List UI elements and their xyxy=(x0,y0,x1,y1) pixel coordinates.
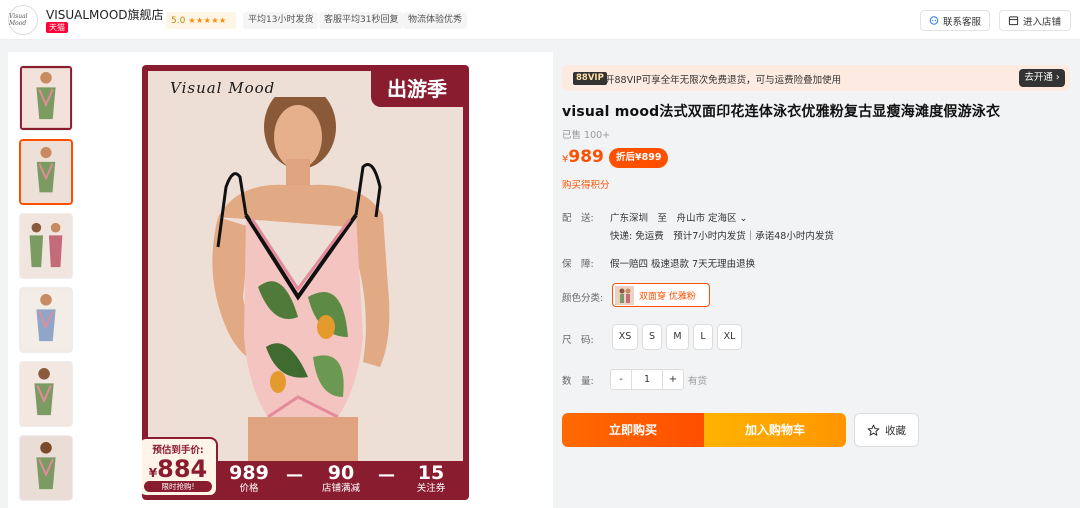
calc-coupon: 15 关注券 xyxy=(402,463,460,495)
color-label: 颜色分类: xyxy=(562,293,604,304)
favorite-label: 收藏 xyxy=(885,424,906,437)
product-photo: Visual Mood 出游季 xyxy=(148,71,463,461)
calc-label: 关注券 xyxy=(416,483,446,494)
shop-tag-logistics: 物流体验优秀 xyxy=(403,12,468,29)
star-outline-icon xyxy=(867,424,880,436)
size-label: 尺 码: xyxy=(562,335,594,346)
minus-sign: — xyxy=(286,465,303,485)
price-calculation-bar: 989 价格 — 90 店铺满减 — 15 关注券 xyxy=(220,463,465,497)
gallery-thumbnail[interactable] xyxy=(19,361,73,427)
shop-logo-text: Visual Mood xyxy=(9,13,28,27)
badge-currency: ¥ xyxy=(148,466,158,480)
size-option-m[interactable]: M xyxy=(666,324,689,350)
enter-shop-label: 进入店铺 xyxy=(1023,16,1062,28)
size-option-l[interactable]: L xyxy=(693,324,713,350)
badge-price: 884 xyxy=(157,455,208,483)
shop-rating: 5.0 ★★★★★ xyxy=(166,12,236,29)
flash-sale-label: 限时抢购! xyxy=(144,481,212,492)
main-product-image[interactable]: Visual Mood 出游季 989 价格 — 90 店铺满减 — 15 关注… xyxy=(142,65,469,500)
shop-tag-service: 客服平均31秒回复 xyxy=(319,12,404,29)
vip-badge: 88VIP xyxy=(573,72,607,85)
contact-service-button[interactable]: 联系客服 xyxy=(920,10,990,31)
shop-header: Visual Mood VISUALMOOD旗舰店 天猫 5.0 ★★★★★ 平均… xyxy=(0,0,1080,40)
calc-discount: 90 店铺满减 xyxy=(312,463,370,495)
calc-value: 90 xyxy=(327,462,355,484)
minus-sign: — xyxy=(378,465,395,485)
earn-points-text: 购买得积分 xyxy=(562,180,610,191)
estimated-price-badge: 预估到手价: ¥884 限时抢购! xyxy=(142,437,218,497)
size-option-xl[interactable]: XL xyxy=(717,324,742,350)
gallery-thumbnail-selected[interactable] xyxy=(19,139,73,205)
gallery-thumbnail[interactable] xyxy=(19,213,73,279)
product-price: ¥989 xyxy=(562,147,604,167)
swimsuit-model-illustration xyxy=(212,97,390,461)
enter-shop-button[interactable]: 进入店铺 xyxy=(999,10,1071,31)
add-to-cart-button[interactable]: 加入购物车 xyxy=(704,413,846,447)
favorite-button[interactable]: 收藏 xyxy=(854,413,919,447)
gallery-thumbnail[interactable] xyxy=(19,435,73,501)
tmall-badge: 天猫 xyxy=(46,22,68,33)
calc-price: 989 价格 xyxy=(220,463,278,495)
vip-promo-bar: 88VIP 开88VIP可享全年无限次免费退货，可与运费险叠加使用 去开通 › xyxy=(562,65,1070,91)
rating-value: 5.0 xyxy=(171,16,186,26)
contact-service-label: 联系客服 xyxy=(942,16,981,28)
buy-now-button[interactable]: 立即购买 xyxy=(562,413,704,447)
headset-icon xyxy=(929,16,939,25)
sold-count: 已售 100+ xyxy=(562,130,611,141)
shop-name[interactable]: VISUALMOOD旗舰店 xyxy=(46,6,164,23)
quantity-decrease-button[interactable]: - xyxy=(611,370,631,389)
product-title: visual mood法式双面印花连体泳衣优雅粉复古显瘦海滩度假游泳衣 xyxy=(562,104,1001,120)
delivery-route-text: 广东深圳 至 舟山市 定海区 xyxy=(610,213,737,224)
guarantee-label: 保 障: xyxy=(562,259,594,270)
brand-script-logo: Visual Mood xyxy=(170,79,276,97)
price-value: 989 xyxy=(568,147,604,167)
gallery-thumbnail[interactable] xyxy=(19,287,73,353)
quantity-increase-button[interactable]: + xyxy=(663,370,683,389)
color-swatch-thumbnail xyxy=(615,285,634,305)
product-gallery: Visual Mood 出游季 989 价格 — 90 店铺满减 — 15 关注… xyxy=(8,52,553,508)
color-option-selected[interactable]: 双面穿 优雅粉 xyxy=(612,283,710,307)
delivery-route[interactable]: 广东深圳 至 舟山市 定海区 ⌄ xyxy=(610,210,748,224)
calc-label: 价格 xyxy=(239,483,259,494)
guarantee-value: 假一赔四 极速退款 7天无理由退换 xyxy=(610,259,756,270)
size-option-xs[interactable]: XS xyxy=(612,324,638,350)
vip-activate-button[interactable]: 去开通 › xyxy=(1019,69,1065,87)
stock-status: 有货 xyxy=(688,376,708,387)
quantity-label: 数 量: xyxy=(562,376,594,387)
size-option-s[interactable]: S xyxy=(642,324,662,350)
delivery-detail: 快递: 免运费 预计7小时内发货｜承诺48小时内发货 xyxy=(610,231,834,242)
chevron-down-icon: ⌄ xyxy=(739,213,748,224)
quantity-stepper: - 1 + xyxy=(610,369,684,390)
promo-season-banner: 出游季 xyxy=(371,71,463,107)
quantity-input[interactable]: 1 xyxy=(631,370,663,389)
calc-value: 989 xyxy=(229,462,269,484)
estimated-price-label: 预估到手价: xyxy=(152,445,204,456)
vip-promo-text: 开88VIP可享全年无限次免费退货，可与运费险叠加使用 xyxy=(605,75,842,86)
calc-label: 店铺满减 xyxy=(321,483,360,494)
gallery-thumbnail[interactable] xyxy=(19,65,73,131)
shop-tag-shipping: 平均13小时发货 xyxy=(243,12,319,29)
store-icon xyxy=(1008,16,1019,26)
color-option-label: 双面穿 优雅粉 xyxy=(639,291,696,302)
shop-logo[interactable]: Visual Mood xyxy=(8,5,38,35)
delivery-label: 配 送: xyxy=(562,213,594,224)
star-rating-icon: ★★★★★ xyxy=(188,16,227,25)
calc-value: 15 xyxy=(417,462,445,484)
after-coupon-price[interactable]: 折后¥899 xyxy=(609,148,669,168)
